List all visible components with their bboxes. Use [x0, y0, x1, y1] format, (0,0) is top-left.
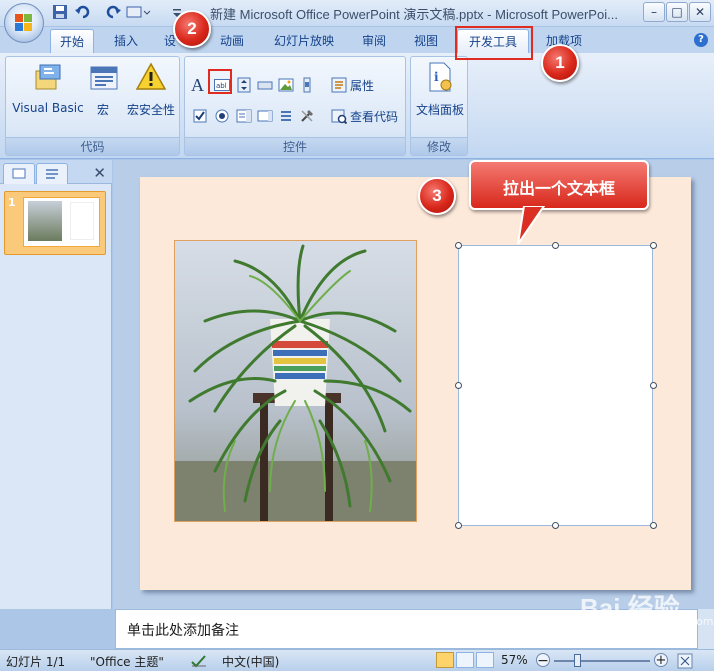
- properties-icon[interactable]: [331, 77, 347, 93]
- slides-pane-tabs: ✕: [0, 160, 112, 184]
- slide-indicator: 幻灯片 1/1: [6, 655, 66, 669]
- undo-icon[interactable]: [74, 4, 96, 22]
- slides-tab[interactable]: [3, 163, 35, 184]
- tab-home[interactable]: 开始: [50, 29, 94, 53]
- highlight-textbox-control: [208, 69, 232, 94]
- office-logo-icon: [15, 14, 32, 31]
- zoom-slider-thumb[interactable]: [574, 654, 581, 667]
- radio-button-icon[interactable]: [214, 108, 230, 124]
- group-modify: i 文档面板 修改: [410, 56, 468, 156]
- group-code-label: 代码: [6, 137, 179, 155]
- tab-view[interactable]: 视图: [406, 29, 446, 53]
- thumbnail-textbox: [70, 202, 94, 240]
- resize-handle-bottom-left[interactable]: [455, 522, 462, 529]
- save-icon[interactable]: [52, 4, 68, 22]
- image-control-icon[interactable]: [278, 77, 294, 93]
- toggle-button-icon[interactable]: [278, 108, 294, 124]
- tab-animation[interactable]: 动画: [212, 29, 252, 53]
- command-button-icon[interactable]: [257, 77, 273, 93]
- minimize-button[interactable]: –: [643, 2, 665, 22]
- outline-tab[interactable]: [36, 163, 68, 184]
- slides-pane: ✕ 1: [0, 160, 112, 609]
- close-button[interactable]: ✕: [689, 2, 711, 22]
- tab-review[interactable]: 审阅: [354, 29, 394, 53]
- watermark-subtitle: jingyan.baidu.com: [612, 615, 714, 628]
- resize-handle-bottom[interactable]: [552, 522, 559, 529]
- resize-handle-top-right[interactable]: [650, 242, 657, 249]
- redo-icon[interactable]: [106, 4, 122, 22]
- slide-thumbnail: [23, 197, 100, 247]
- tab-insert[interactable]: 插入: [106, 29, 146, 53]
- ribbon: Visual Basic 宏 宏安全性 代码 A abl 属性 查看代码 控件 …: [0, 53, 714, 159]
- notes-placeholder: 单击此处添加备注: [127, 623, 239, 639]
- combobox-control-icon[interactable]: [236, 108, 252, 124]
- maximize-button[interactable]: □: [666, 2, 688, 22]
- resize-handle-right[interactable]: [650, 382, 657, 389]
- label-control-icon[interactable]: A: [191, 75, 209, 95]
- pane-close-button[interactable]: ✕: [93, 164, 106, 182]
- more-controls-icon[interactable]: [299, 108, 315, 124]
- spellcheck-icon[interactable]: [190, 653, 208, 669]
- slide-editor: [113, 160, 714, 609]
- tab-slideshow[interactable]: 幻灯片放映: [266, 29, 342, 53]
- group-modify-label: 修改: [411, 137, 467, 155]
- group-code: Visual Basic 宏 宏安全性 代码: [5, 56, 180, 156]
- svg-text:i: i: [434, 70, 439, 84]
- slides-tab-icon: [12, 168, 26, 179]
- macros-button[interactable]: 宏: [88, 61, 118, 118]
- plant-photo[interactable]: [174, 240, 417, 522]
- drawn-textbox[interactable]: [458, 245, 653, 526]
- help-icon[interactable]: ?: [694, 33, 708, 47]
- zoom-level[interactable]: 57%: [501, 653, 528, 667]
- warning-icon: [135, 62, 167, 90]
- normal-view-button[interactable]: [436, 652, 454, 668]
- callout-pointer: [517, 206, 546, 245]
- visual-basic-icon: [35, 64, 61, 90]
- checkbox-control-icon[interactable]: [192, 108, 208, 124]
- step-2-marker: 2: [173, 10, 211, 48]
- group-controls-label: 控件: [185, 137, 405, 155]
- language-indicator[interactable]: 中文(中国): [222, 653, 279, 670]
- outline-tab-icon: [46, 169, 58, 179]
- slideshow-view-button[interactable]: [476, 652, 494, 668]
- resize-handle-left[interactable]: [455, 382, 462, 389]
- listbox-control-icon[interactable]: [257, 108, 273, 124]
- resize-handle-top-left[interactable]: [455, 242, 462, 249]
- view-code-button[interactable]: 查看代码: [350, 108, 398, 125]
- zoom-slider-track[interactable]: [554, 660, 650, 662]
- macros-icon: [90, 66, 118, 90]
- slide-sorter-view-button[interactable]: [456, 652, 474, 668]
- theme-name: "Office 主题": [90, 655, 164, 669]
- scrollbar-control-icon[interactable]: [299, 77, 315, 93]
- spin-button-icon[interactable]: [236, 77, 252, 93]
- window-title: 新建 Microsoft Office PowerPoint 演示文稿.pptx…: [210, 7, 618, 22]
- plant-image: [175, 241, 416, 521]
- callout-text: 拉出一个文本框: [502, 179, 615, 198]
- macro-security-button[interactable]: 宏安全性: [124, 61, 178, 118]
- resize-handle-bottom-right[interactable]: [650, 522, 657, 529]
- step-3-marker: 3: [418, 177, 456, 215]
- zoom-in-button[interactable]: +: [654, 653, 668, 667]
- zoom-out-button[interactable]: −: [536, 653, 550, 668]
- thumbnail-photo: [28, 201, 62, 241]
- fit-to-window-icon[interactable]: [677, 653, 693, 669]
- view-code-icon[interactable]: [331, 108, 347, 124]
- visual-basic-button[interactable]: Visual Basic: [9, 61, 87, 115]
- document-panel-button[interactable]: i 文档面板: [413, 61, 467, 118]
- slide-canvas[interactable]: [140, 177, 691, 590]
- slide-number: 1: [8, 196, 16, 209]
- office-button[interactable]: [4, 3, 44, 43]
- properties-button[interactable]: 属性: [350, 77, 374, 94]
- slide-thumbnail-item[interactable]: 1: [4, 191, 106, 255]
- ribbon-tabs: 开始 插入 设 动画 幻灯片放映 审阅 视图 开发工具 加载项 ?: [0, 27, 714, 53]
- title-bar: 新建 Microsoft Office PowerPoint 演示文稿.pptx…: [0, 0, 714, 27]
- status-bar: 幻灯片 1/1 "Office 主题" 中文(中国) 57% − +: [0, 649, 714, 671]
- step-1-marker: 1: [541, 44, 579, 82]
- highlight-developer-tab: [455, 26, 533, 60]
- document-panel-icon: i: [429, 62, 452, 92]
- callout-bubble: 拉出一个文本框: [469, 160, 649, 210]
- slideshow-icon[interactable]: [126, 4, 152, 22]
